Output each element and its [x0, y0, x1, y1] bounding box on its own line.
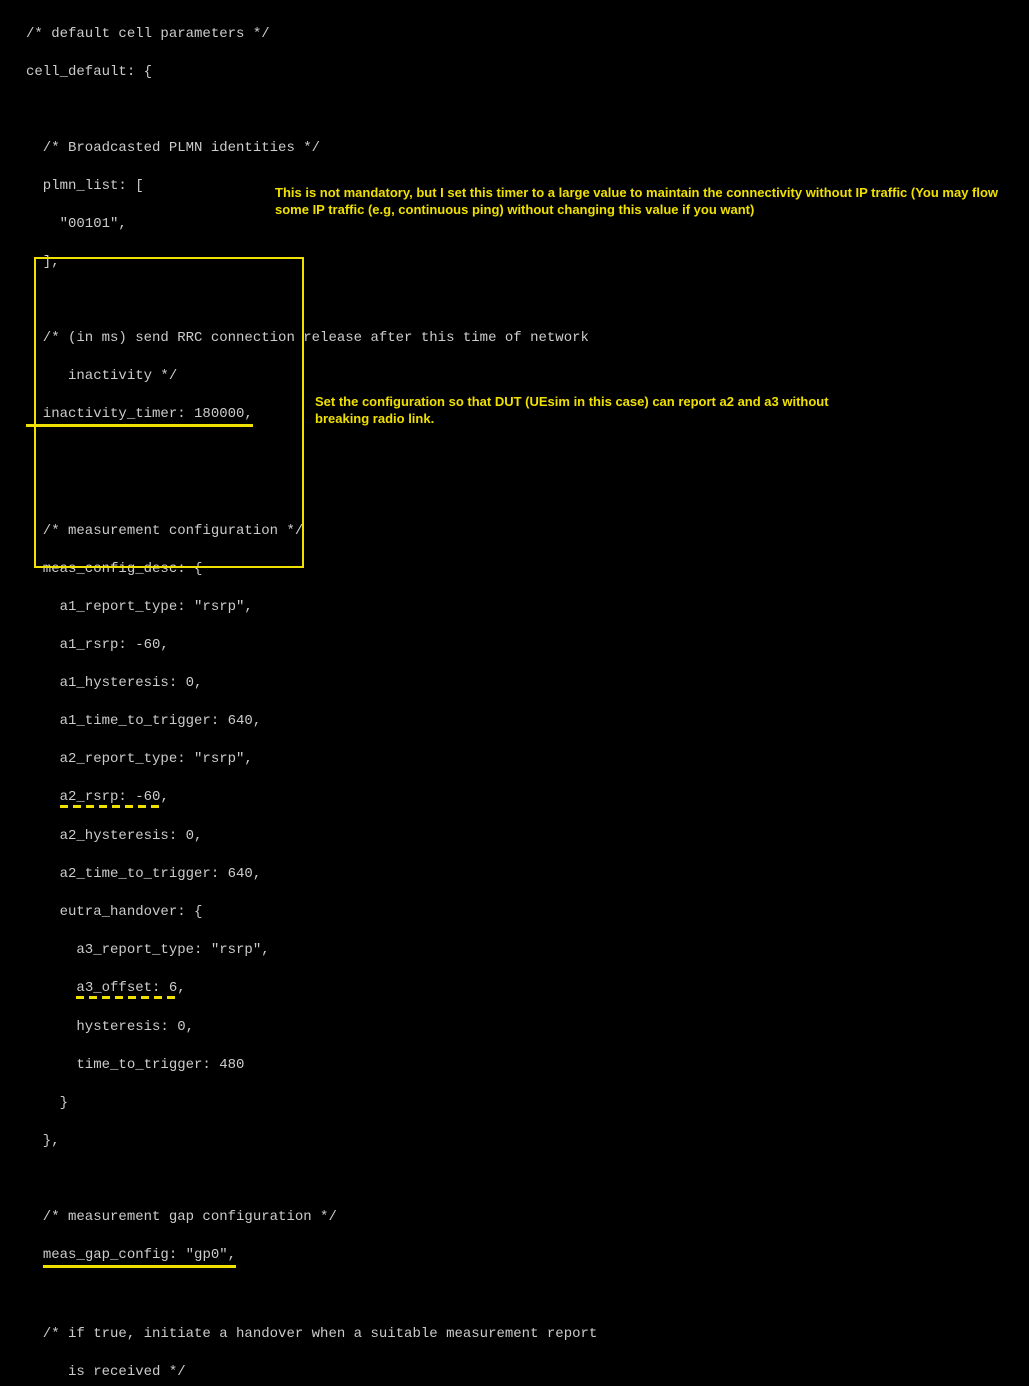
code-line: meas_gap_config: "gp0",	[0, 1246, 1029, 1268]
code-line: time_to_trigger: 480	[0, 1056, 1029, 1075]
code-line: a1_report_type: "rsrp",	[0, 598, 1029, 617]
code-line: inactivity */	[0, 367, 1029, 386]
code-line: a3_report_type: "rsrp",	[0, 941, 1029, 960]
code-line: a3_offset: 6,	[0, 979, 1029, 999]
code-line: hysteresis: 0,	[0, 1018, 1029, 1037]
code-line: /* measurement gap configuration */	[0, 1208, 1029, 1227]
code-line: ],	[0, 253, 1029, 272]
code-line: /* Broadcasted PLMN identities */	[0, 139, 1029, 158]
code-line	[0, 446, 1029, 465]
code-line: a2_rsrp: -60,	[0, 788, 1029, 808]
code-line: a2_report_type: "rsrp",	[0, 750, 1029, 769]
code-line: a1_hysteresis: 0,	[0, 674, 1029, 693]
code-line: eutra_handover: {	[0, 903, 1029, 922]
code-line: cell_default: {	[0, 63, 1029, 82]
code-line	[0, 291, 1029, 310]
highlight-a2-rsrp: a2_rsrp: -60	[60, 788, 161, 808]
annotation-meas-config: Set the configuration so that DUT (UEsim…	[315, 393, 875, 427]
code-line: is received */	[0, 1363, 1029, 1382]
code-line: }	[0, 1094, 1029, 1113]
code-line: a1_time_to_trigger: 640,	[0, 712, 1029, 731]
highlight-meas-gap-config: meas_gap_config: "gp0",	[43, 1246, 236, 1268]
code-line: /* measurement configuration */	[0, 522, 1029, 541]
code-line: a2_time_to_trigger: 640,	[0, 865, 1029, 884]
code-line	[0, 484, 1029, 503]
highlight-inactivity-timer: inactivity_timer: 180000,	[26, 405, 253, 427]
code-line: meas_config_desc: {	[0, 560, 1029, 579]
code-line	[0, 101, 1029, 120]
code-line: },	[0, 1132, 1029, 1151]
config-code-block: /* default cell parameters */ cell_defau…	[0, 0, 1029, 1386]
code-line	[0, 1170, 1029, 1189]
highlight-a3-offset: a3_offset: 6	[76, 979, 177, 999]
code-line: a1_rsrp: -60,	[0, 636, 1029, 655]
code-line: a2_hysteresis: 0,	[0, 827, 1029, 846]
code-line: /* default cell parameters */	[0, 25, 1029, 44]
code-line	[0, 1287, 1029, 1306]
code-line: /* (in ms) send RRC connection release a…	[0, 329, 1029, 348]
annotation-inactivity-timer: This is not mandatory, but I set this ti…	[275, 184, 1025, 218]
code-line: /* if true, initiate a handover when a s…	[0, 1325, 1029, 1344]
